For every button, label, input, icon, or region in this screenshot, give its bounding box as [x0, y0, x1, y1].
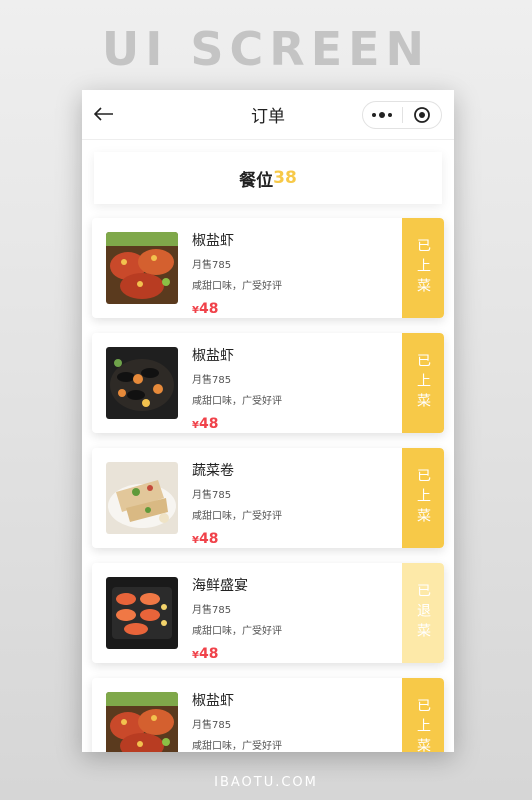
status-label: 已上菜 [415, 238, 431, 298]
navbar: 订单 [82, 90, 454, 140]
dish-price: ¥48 [192, 298, 282, 317]
seat-number: 38 [273, 168, 297, 188]
status-served-button[interactable]: 已上菜 [402, 333, 444, 433]
dish-name: 蔬菜卷 [192, 463, 234, 479]
status-label: 已上菜 [415, 698, 431, 752]
order-list: 椒盐虾 月售785 咸甜口味，广受好评 ¥48 已上菜 椒盐虾 月售785 咸甜… [82, 204, 454, 752]
footer-watermark: IBAOTU.COM [214, 775, 318, 790]
dish-info: 椒盐虾 月售785 咸甜口味，广受好评 ¥48 [192, 230, 282, 317]
dish-description: 咸甜口味，广受好评 [192, 281, 282, 292]
currency-symbol: ¥ [192, 305, 199, 316]
order-card[interactable]: 椒盐虾 月售785 咸甜口味，广受好评 ¥48 已上菜 [92, 218, 444, 318]
price-amount: 48 [198, 646, 219, 662]
dish-name: 海鲜盛宴 [192, 578, 248, 594]
dish-info: 海鲜盛宴 月售785 咸甜口味，广受好评 ¥48 [192, 575, 282, 662]
currency-symbol: ¥ [192, 420, 199, 431]
status-label: 已上菜 [415, 468, 431, 528]
more-dots-icon [372, 112, 393, 118]
monthly-sales: 月售785 [192, 490, 232, 501]
status-returned-button[interactable]: 已退菜 [402, 563, 444, 663]
dish-image [106, 692, 178, 752]
dish-price: ¥48 [192, 528, 282, 547]
page-title: 订单 [251, 107, 285, 127]
dish-info: 椒盐虾 月售785 咸甜口味，广受好评 ¥48 [192, 690, 282, 752]
dish-description: 咸甜口味，广受好评 [192, 741, 282, 752]
dish-image [106, 232, 178, 304]
dish-info: 蔬菜卷 月售785 咸甜口味，广受好评 ¥48 [192, 460, 282, 547]
phone-screen: 订单 餐位 38 椒盐虾 月售785 咸甜口味，广受好评 ¥48 已上菜 椒盐虾… [82, 90, 454, 752]
monthly-sales: 月售785 [192, 260, 232, 271]
dish-image [106, 577, 178, 649]
monthly-sales: 月售785 [192, 375, 232, 386]
price-amount: 48 [198, 416, 219, 432]
dish-name: 椒盐虾 [192, 348, 234, 364]
seat-label: 餐位 [239, 170, 274, 191]
dish-description: 咸甜口味，广受好评 [192, 511, 282, 522]
monthly-sales: 月售785 [192, 720, 232, 731]
order-card[interactable]: 蔬菜卷 月售785 咸甜口味，广受好评 ¥48 已上菜 [92, 448, 444, 548]
status-served-button[interactable]: 已上菜 [402, 448, 444, 548]
close-button[interactable] [403, 102, 442, 128]
monthly-sales: 月售785 [192, 605, 232, 616]
mini-program-capsule [362, 101, 442, 129]
dish-info: 椒盐虾 月售785 咸甜口味，广受好评 ¥48 [192, 345, 282, 432]
dish-price: ¥48 [192, 413, 282, 432]
order-card[interactable]: 椒盐虾 月售785 咸甜口味，广受好评 ¥48 已上菜 [92, 678, 444, 752]
order-card[interactable]: 海鲜盛宴 月售785 咸甜口味，广受好评 ¥48 已退菜 [92, 563, 444, 663]
dish-description: 咸甜口味，广受好评 [192, 396, 282, 407]
dish-description: 咸甜口味，广受好评 [192, 626, 282, 637]
back-button[interactable] [92, 102, 116, 126]
dish-name: 椒盐虾 [192, 233, 234, 249]
price-amount: 48 [198, 301, 219, 317]
banner-title: UI SCREEN [101, 22, 431, 76]
seat-panel: 餐位 38 [94, 152, 442, 204]
currency-symbol: ¥ [192, 650, 199, 661]
dish-name: 椒盐虾 [192, 693, 234, 709]
arrow-left-icon [94, 107, 113, 121]
currency-symbol: ¥ [192, 535, 199, 546]
dish-image [106, 462, 178, 534]
status-served-button[interactable]: 已上菜 [402, 218, 444, 318]
dish-price: ¥48 [192, 643, 282, 662]
target-circle-icon [413, 107, 430, 123]
order-card[interactable]: 椒盐虾 月售785 咸甜口味，广受好评 ¥48 已上菜 [92, 333, 444, 433]
status-label: 已上菜 [415, 353, 431, 413]
price-amount: 48 [198, 531, 219, 547]
status-label: 已退菜 [415, 583, 431, 643]
more-button[interactable] [363, 102, 402, 128]
status-served-button[interactable]: 已上菜 [402, 678, 444, 752]
dish-image [106, 347, 178, 419]
